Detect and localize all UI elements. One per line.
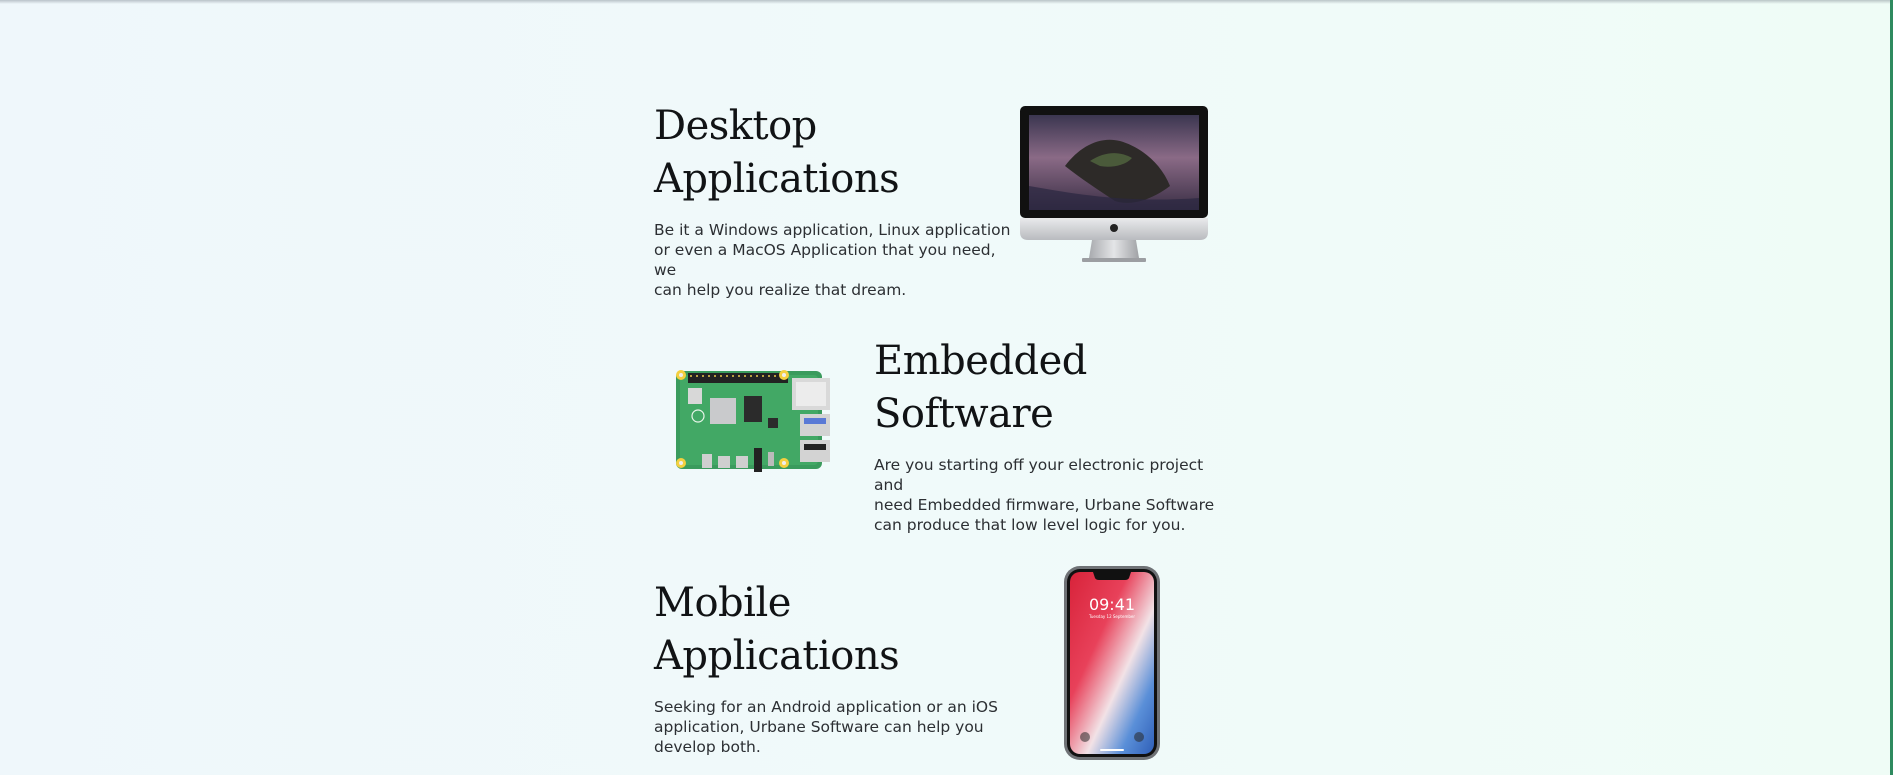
title-line: Mobile xyxy=(654,580,791,626)
service-description: Seeking for an Android application or an… xyxy=(654,697,1014,757)
description-line: develop both. xyxy=(654,738,761,756)
title-line: Embedded xyxy=(874,338,1087,384)
title-line: Desktop xyxy=(654,103,817,149)
title-line: Applications xyxy=(654,156,900,202)
top-shadow xyxy=(0,0,1893,4)
service-embedded-software: Embedded Software Are you starting off y… xyxy=(874,335,1234,535)
service-desktop-applications: Desktop Applications Be it a Windows app… xyxy=(654,100,1014,300)
service-title: Embedded Software xyxy=(874,335,1234,441)
description-line: application, Urbane Software can help yo… xyxy=(654,718,984,736)
service-description: Are you starting off your electronic pro… xyxy=(874,455,1234,535)
description-line: Be it a Windows application, Linux appli… xyxy=(654,221,1011,239)
title-line: Applications xyxy=(654,633,900,679)
service-description: Be it a Windows application, Linux appli… xyxy=(654,220,1014,300)
service-title: Desktop Applications xyxy=(654,100,1014,206)
raspberry-pi-board-icon xyxy=(674,368,834,476)
description-line: Seeking for an Android application or an… xyxy=(654,698,998,716)
description-line: or even a MacOS Application that you nee… xyxy=(654,241,996,279)
description-line: Are you starting off your electronic pro… xyxy=(874,456,1204,494)
service-mobile-applications: Mobile Applications Seeking for an Andro… xyxy=(654,577,1014,757)
description-line: can produce that low level logic for you… xyxy=(874,516,1186,534)
smartphone-icon: 09:41 Tuesday 12 September xyxy=(1063,565,1163,762)
service-title: Mobile Applications xyxy=(654,577,1014,683)
title-line: Software xyxy=(874,391,1054,437)
phone-date: Tuesday 12 September xyxy=(1088,614,1135,619)
phone-time: 09:41 xyxy=(1089,595,1135,614)
description-line: need Embedded firmware, Urbane Software xyxy=(874,496,1215,514)
description-line: can help you realize that dream. xyxy=(654,281,907,299)
imac-icon xyxy=(1020,106,1210,266)
